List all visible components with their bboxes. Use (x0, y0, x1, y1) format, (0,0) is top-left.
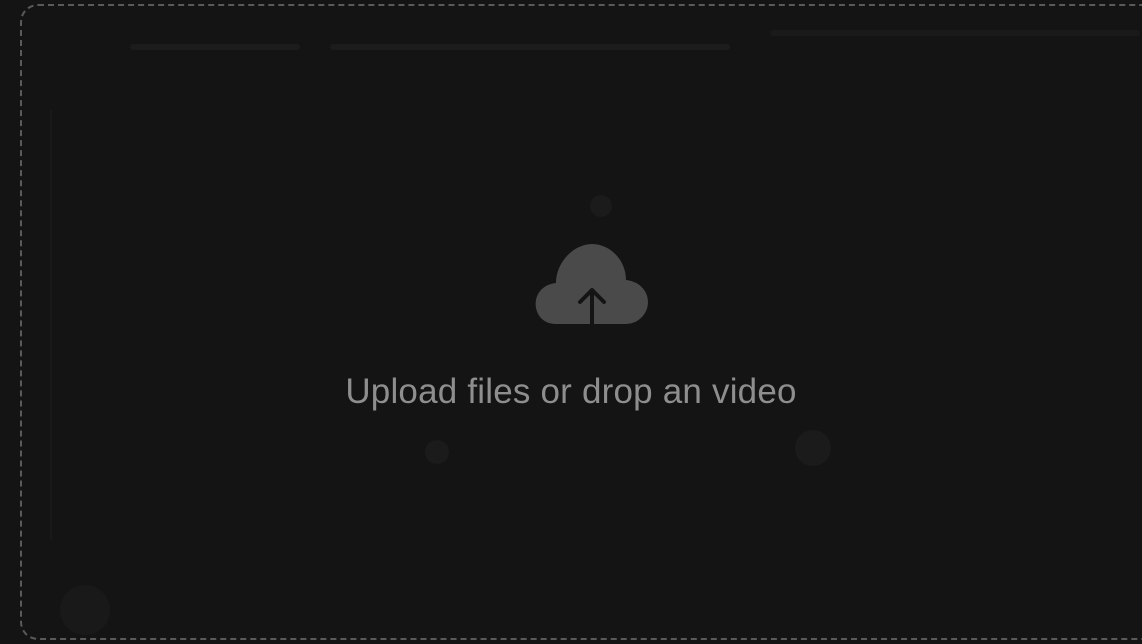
upload-stage: Upload files or drop an video (0, 0, 1142, 644)
cloud-upload-icon[interactable] (534, 240, 650, 330)
upload-instruction-text[interactable]: Upload files or drop an video (0, 372, 1142, 412)
